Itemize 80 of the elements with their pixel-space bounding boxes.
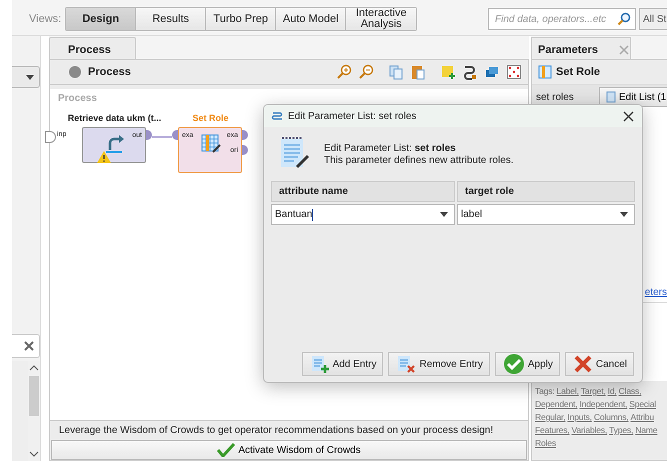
- tag-link[interactable]: Special: [629, 398, 656, 411]
- perspective-button[interactable]: All St: [639, 8, 667, 30]
- dialog-title: Edit Parameter List: set roles: [288, 110, 416, 122]
- view-tab[interactable]: Turbo Prep: [206, 8, 276, 30]
- dialog-description: This parameter defines new attribute roles.: [324, 155, 514, 166]
- dropdown[interactable]: [12, 66, 40, 88]
- caret-icon: [26, 74, 34, 80]
- caret-icon: [620, 212, 628, 217]
- tag-link[interactable]: Regular,: [535, 411, 566, 424]
- parameters-tab[interactable]: Parameters: [531, 37, 631, 59]
- tag-link[interactable]: Label,: [556, 385, 579, 398]
- notepad-icon: [278, 135, 310, 171]
- table-edit-icon: [200, 134, 222, 154]
- input-port[interactable]: [45, 131, 56, 143]
- zoom-in-icon[interactable]: [336, 64, 352, 80]
- column-header: target role: [457, 181, 635, 202]
- remove-button[interactable]: Remove Entry: [388, 352, 490, 376]
- output-port[interactable]: [146, 130, 152, 140]
- table-edit-icon: [538, 65, 552, 79]
- tag-link[interactable]: Dependent,: [535, 398, 578, 411]
- dialog-heading: Edit Parameter List: set roles: [324, 143, 457, 154]
- check-icon: [217, 443, 236, 457]
- view-tab[interactable]: Design: [66, 8, 136, 30]
- tag-link[interactable]: Roles: [535, 437, 556, 450]
- tag-link[interactable]: Name: [635, 424, 658, 437]
- role-dropdown[interactable]: label: [457, 204, 635, 225]
- input-port[interactable]: [172, 130, 178, 140]
- tag-link[interactable]: Inputs,: [567, 411, 592, 424]
- zoom-out-icon[interactable]: [358, 64, 374, 80]
- tag-link[interactable]: Id,: [608, 385, 617, 398]
- arrow-up-icon[interactable]: [29, 364, 39, 371]
- cross-icon: [572, 354, 593, 374]
- tag-link[interactable]: Target,: [580, 385, 606, 398]
- paste-icon[interactable]: [410, 64, 426, 80]
- add-button[interactable]: Add Entry: [302, 352, 384, 376]
- remove-entry-icon: [396, 354, 416, 374]
- connection-line: [152, 136, 172, 138]
- activate-button[interactable]: Activate Wisdom of Crowds: [51, 440, 527, 460]
- view-tab[interactable]: Auto Model: [276, 8, 346, 30]
- parameter-label: set roles: [536, 92, 574, 102]
- operator-name: Set Role: [556, 66, 600, 78]
- note-add-icon[interactable]: [440, 64, 456, 80]
- close-icon: [24, 341, 34, 351]
- check-icon: [502, 353, 525, 375]
- search-icon: [617, 12, 631, 26]
- list-icon: [606, 91, 616, 103]
- close-icon[interactable]: [623, 110, 634, 122]
- process-tab[interactable]: Process: [49, 37, 136, 59]
- add-entry-icon: [310, 354, 330, 374]
- tags-label: Tags:: [535, 385, 555, 398]
- operator-title: Retrieve data ukm (t...: [66, 113, 162, 123]
- search-field[interactable]: Find data, operators...etc: [488, 8, 636, 30]
- caret-icon: [440, 212, 448, 217]
- arrow-down-icon[interactable]: [29, 451, 39, 458]
- fit-icon[interactable]: [506, 64, 522, 80]
- tag-link[interactable]: Attribu: [630, 411, 654, 424]
- apply-button[interactable]: Apply: [494, 352, 560, 376]
- tag-link[interactable]: Independent,: [579, 398, 628, 411]
- view-tab[interactable]: Interactive Analysis: [346, 8, 416, 30]
- tag-link[interactable]: Columns,: [594, 411, 629, 424]
- tag-link[interactable]: Types,: [609, 424, 634, 437]
- tag-link[interactable]: Features,: [535, 424, 570, 437]
- canvas-title: Process: [58, 93, 97, 104]
- tag-link[interactable]: Variables,: [572, 424, 608, 437]
- process-icon: [68, 65, 82, 79]
- plug-icon[interactable]: [462, 64, 478, 80]
- breadcrumb[interactable]: Process: [88, 66, 131, 78]
- copy-icon[interactable]: [388, 64, 404, 80]
- tag-link[interactable]: Class,: [618, 385, 642, 398]
- app-icon: [271, 111, 283, 121]
- retrieve-icon: [104, 134, 126, 154]
- views-label: Views:: [29, 13, 62, 25]
- view-tab[interactable]: Results: [136, 8, 206, 30]
- column-header: attribute name: [271, 181, 455, 202]
- attribute-dropdown[interactable]: Bantuan: [271, 204, 455, 225]
- wisdom-text: Leverage the Wisdom of Crowds to get operator recommendations based on your process design!: [58, 425, 494, 438]
- filter-field[interactable]: [12, 334, 40, 358]
- edit-list-button[interactable]: Edit List (1: [599, 87, 667, 107]
- layers-icon[interactable]: [484, 64, 500, 80]
- cancel-button[interactable]: Cancel: [564, 352, 634, 376]
